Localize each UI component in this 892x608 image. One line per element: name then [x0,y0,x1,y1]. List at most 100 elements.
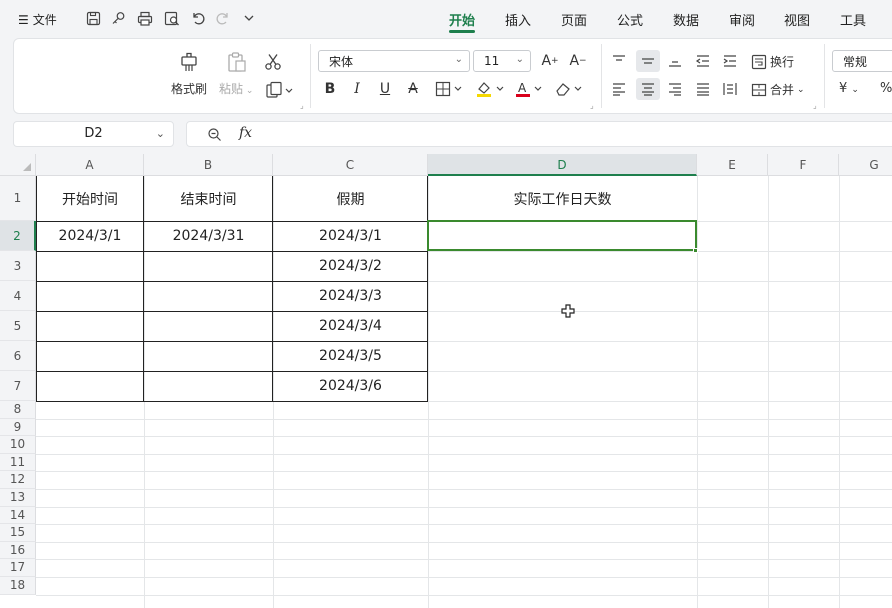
print-icon[interactable] [136,9,154,27]
row-header-11[interactable]: 11 [0,453,36,472]
row-header-8[interactable]: 8 [0,401,36,419]
row-header-15[interactable]: 15 [0,524,36,542]
format-painter-icon[interactable] [177,50,201,74]
row-header-16[interactable]: 16 [0,541,36,560]
font-color-icon[interactable]: A [514,79,546,99]
share-icon[interactable] [109,9,127,27]
paste-label[interactable]: 粘贴 ⌄ [219,80,253,97]
percent-format-icon[interactable]: % [880,81,892,96]
row-header-10[interactable]: 10 [0,436,36,454]
tab-data[interactable]: 数据 [673,10,699,29]
zoom-formula-icon[interactable] [207,127,222,146]
cell-c1[interactable]: 假期 [273,176,428,221]
cut-icon[interactable] [263,52,283,72]
column-header-d[interactable]: D [428,154,697,176]
row-header-17[interactable]: 17 [0,559,36,577]
tab-view[interactable]: 视图 [784,10,810,29]
cell-b2[interactable]: 2024/3/31 [144,221,273,251]
align-center-icon[interactable] [636,78,660,100]
cell-a1[interactable]: 开始时间 [36,176,144,221]
cell-c5[interactable]: 2024/3/4 [273,311,428,341]
column-header-a[interactable]: A [36,154,144,176]
justify-icon[interactable] [693,79,713,99]
cell-d1[interactable]: 实际工作日天数 [428,176,697,221]
row-header-4[interactable]: 4 [0,281,36,311]
undo-icon[interactable] [189,9,207,27]
select-all-corner[interactable] [0,154,36,176]
name-box[interactable]: D2 ⌄ [13,121,174,147]
currency-format-button[interactable]: ¥ ⌄ [839,81,859,96]
bold-icon[interactable]: B [321,79,339,99]
align-top-icon[interactable] [609,51,629,71]
copy-icon[interactable] [263,80,297,100]
tab-tools[interactable]: 工具 [840,10,866,29]
row-header-1[interactable]: 1 [0,176,36,221]
cell-c3[interactable]: 2024/3/2 [273,251,428,281]
align-middle-icon[interactable] [636,50,660,72]
cell-c6[interactable]: 2024/3/5 [273,341,428,371]
borders-icon[interactable] [434,79,466,99]
strikethrough-icon[interactable]: A [404,79,422,99]
italic-icon[interactable]: I [348,79,366,99]
gridline-horizontal [36,577,892,578]
cell-c7[interactable]: 2024/3/6 [273,371,428,401]
decrease-indent-icon[interactable] [693,51,713,71]
fill-handle[interactable] [693,248,698,253]
tab-home[interactable]: 开始 [449,10,475,29]
column-header-f[interactable]: F [768,154,839,176]
clipboard-expand-icon[interactable]: ⌟ [300,101,304,110]
format-painter-label[interactable]: 格式刷 [171,80,207,97]
font-size-select[interactable]: 11 ⌄ [473,50,531,72]
cell-a2[interactable]: 2024/3/1 [36,221,144,251]
row-header-5[interactable]: 5 [0,311,36,341]
clear-format-icon[interactable] [554,79,586,99]
formula-input[interactable]: fx [186,121,892,147]
tab-review[interactable]: 审阅 [729,10,755,29]
save-icon[interactable] [84,9,102,27]
row-header-18[interactable]: 18 [0,577,36,595]
active-cell-d2[interactable] [427,220,697,251]
align-right-icon[interactable] [665,79,685,99]
cell-c4[interactable]: 2024/3/3 [273,281,428,311]
row-header-2[interactable]: 2 [0,221,36,251]
align-bottom-icon[interactable] [665,51,685,71]
tab-formula[interactable]: 公式 [617,10,643,29]
fill-color-icon[interactable] [474,79,508,99]
row-header-9[interactable]: 9 [0,418,36,437]
column-header-c[interactable]: C [273,154,428,176]
distributed-align-icon[interactable] [720,79,740,99]
print-preview-icon[interactable] [163,9,181,27]
chevron-down-icon: ⌄ [851,85,859,95]
sheet-grid[interactable]: A B C D E F G 1 2 3 4 5 6 7 8 9 10 11 12 13 14 15 16 17 1… [0,154,892,608]
row-header-3[interactable]: 3 [0,251,36,281]
decrease-font-icon[interactable]: A − [568,51,588,71]
row-header-6[interactable]: 6 [0,341,36,371]
row-header-13[interactable]: 13 [0,489,36,507]
align-left-icon[interactable] [609,79,629,99]
number-format-select[interactable]: 常规 [832,50,892,72]
column-header-b[interactable]: B [144,154,273,176]
tab-page[interactable]: 页面 [561,10,587,29]
alignment-expand-icon[interactable]: ⌟ [813,101,817,110]
column-header-g[interactable]: G [839,154,892,176]
increase-font-icon[interactable]: A + [540,51,560,71]
increase-indent-icon[interactable] [720,51,740,71]
file-menu-button[interactable]: ☰ 文件 [18,11,57,28]
chevron-down-icon: ⌄ [797,84,805,95]
chevron-down-icon[interactable] [240,9,258,27]
fx-icon[interactable]: fx [239,125,252,141]
column-header-e[interactable]: E [697,154,768,176]
font-name-select[interactable]: 宋体 ⌄ [318,50,470,72]
row-header-7[interactable]: 7 [0,371,36,401]
merge-button[interactable]: 合并 ⌄ [751,81,805,98]
redo-icon[interactable] [214,9,232,27]
cell-b1[interactable]: 结束时间 [144,176,273,221]
paste-icon[interactable] [225,50,249,74]
underline-icon[interactable]: U [376,79,394,99]
cell-c2[interactable]: 2024/3/1 [273,221,428,251]
font-expand-icon[interactable]: ⌟ [590,101,594,110]
row-header-14[interactable]: 14 [0,506,36,525]
tab-insert[interactable]: 插入 [505,10,531,29]
row-header-12[interactable]: 12 [0,471,36,489]
wrap-text-button[interactable]: 换行 [751,53,794,70]
